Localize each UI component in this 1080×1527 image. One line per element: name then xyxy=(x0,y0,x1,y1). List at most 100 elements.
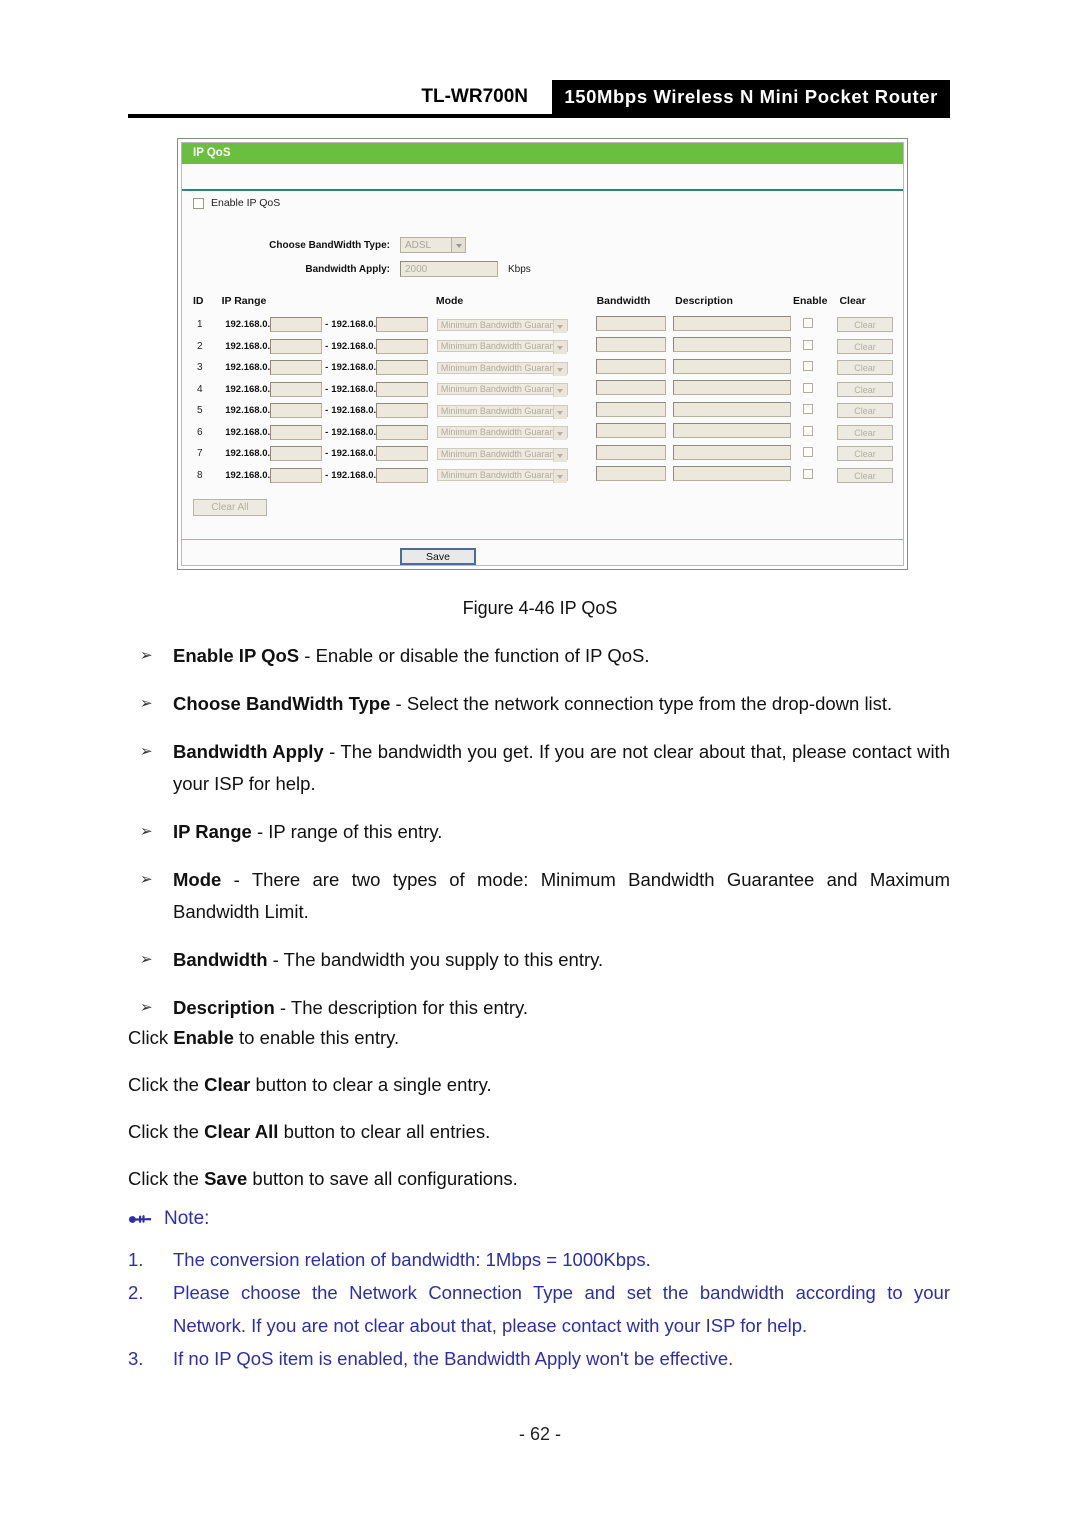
enable-checkbox[interactable] xyxy=(803,361,814,372)
mode-select[interactable]: Minimum Bandwidth Guarantee xyxy=(436,361,568,376)
clear-button[interactable]: Clear xyxy=(837,381,893,397)
panel-footer-divider xyxy=(182,539,903,540)
bullet-item: ➢ Bandwidth - The bandwidth you supply to… xyxy=(128,944,950,976)
mode-select[interactable]: Minimum Bandwidth Guarantee xyxy=(436,318,568,333)
mode-select[interactable]: Minimum Bandwidth Guarantee xyxy=(436,469,568,484)
ip-prefix-start: 192.168.0. xyxy=(225,383,271,395)
description-input[interactable] xyxy=(673,358,792,374)
bandwidth-input[interactable] xyxy=(595,380,666,396)
bandwidth-input[interactable] xyxy=(595,466,666,482)
row-bandwidth xyxy=(595,315,674,334)
bullet-arrow-icon: ➢ xyxy=(140,951,153,968)
clear-button[interactable]: Clear xyxy=(837,403,893,419)
enable-checkbox[interactable] xyxy=(803,339,814,350)
bandwidth-type-select[interactable]: ADSL xyxy=(400,237,466,253)
ip-prefix-end: 192.168.0. xyxy=(331,362,377,374)
chevron-down-icon[interactable] xyxy=(552,405,567,419)
clear-button[interactable]: Clear xyxy=(837,338,893,354)
clear-button[interactable]: Clear xyxy=(837,467,893,483)
enable-ip-qos-checkbox[interactable] xyxy=(193,197,204,209)
chevron-down-icon[interactable] xyxy=(552,362,567,376)
bandwidth-apply-input[interactable]: 2000 xyxy=(400,261,498,277)
row-id: 8 xyxy=(197,469,203,481)
bullet-term: Description xyxy=(173,997,275,1018)
clear-button[interactable]: Clear xyxy=(837,446,893,462)
clear-button[interactable]: Clear xyxy=(837,424,893,440)
enable-checkbox[interactable] xyxy=(803,425,814,436)
enable-checkbox[interactable] xyxy=(803,318,814,329)
bandwidth-input[interactable] xyxy=(595,337,666,353)
ip-end-input[interactable] xyxy=(376,403,429,419)
ip-start-input[interactable] xyxy=(270,381,323,397)
row-description xyxy=(673,423,792,441)
ip-end-input[interactable] xyxy=(376,360,429,376)
description-input[interactable] xyxy=(673,380,792,396)
description-input[interactable] xyxy=(673,466,792,482)
save-button[interactable]: Save xyxy=(400,548,476,565)
chevron-down-icon[interactable] xyxy=(552,319,567,333)
ip-start-input[interactable] xyxy=(270,467,323,483)
mode-select[interactable]: Minimum Bandwidth Guarantee xyxy=(436,447,568,462)
ip-start-input[interactable] xyxy=(270,338,323,354)
bandwidth-input[interactable] xyxy=(595,444,666,460)
range-separator: - xyxy=(325,405,329,417)
mode-value: Minimum Bandwidth Guarantee xyxy=(440,427,567,438)
ip-end-input[interactable] xyxy=(376,381,429,397)
bullet-text: Select the network connection type from … xyxy=(406,693,893,714)
chevron-down-icon[interactable] xyxy=(552,448,567,462)
enable-checkbox[interactable] xyxy=(803,382,814,393)
ip-end-input[interactable] xyxy=(376,424,429,440)
description-input[interactable] xyxy=(673,337,792,353)
mode-select[interactable]: Minimum Bandwidth Guarantee xyxy=(436,383,568,398)
page-number: - 62 - xyxy=(518,1424,561,1444)
mode-select[interactable]: Minimum Bandwidth Guarantee xyxy=(436,404,568,419)
enable-checkbox[interactable] xyxy=(803,447,814,458)
ip-end-input[interactable] xyxy=(376,467,429,483)
row-description xyxy=(673,466,792,484)
bandwidth-input[interactable] xyxy=(595,401,666,417)
enable-ip-qos-row[interactable]: Enable IP QoS xyxy=(193,197,280,209)
row-enable xyxy=(791,447,837,460)
bandwidth-input[interactable] xyxy=(595,315,666,331)
description-input[interactable] xyxy=(673,401,792,417)
ip-start-input[interactable] xyxy=(270,403,323,419)
chevron-down-icon[interactable] xyxy=(451,237,466,253)
ip-start-input[interactable] xyxy=(270,317,323,333)
ip-end-input[interactable] xyxy=(376,446,429,462)
description-input[interactable] xyxy=(673,315,792,331)
enable-checkbox[interactable] xyxy=(803,404,814,415)
ip-start-input[interactable] xyxy=(270,424,323,440)
ip-start-input[interactable] xyxy=(270,446,323,462)
bandwidth-input[interactable] xyxy=(595,423,666,439)
row-ip-range: 192.168.0. -192.168.0. xyxy=(225,360,437,376)
bandwidth-input[interactable] xyxy=(595,358,666,374)
enable-checkbox[interactable] xyxy=(803,468,814,479)
row-enable xyxy=(791,425,837,439)
ip-end-input[interactable] xyxy=(376,317,429,333)
row-ip-range: 192.168.0. -192.168.0. xyxy=(225,381,437,397)
chevron-down-icon[interactable] xyxy=(552,470,567,484)
mode-value: Minimum Bandwidth Guarantee xyxy=(440,384,567,395)
chevron-down-icon[interactable] xyxy=(552,427,567,441)
description-input[interactable] xyxy=(673,444,792,460)
clear-button[interactable]: Clear xyxy=(837,360,893,376)
description-input[interactable] xyxy=(673,423,792,439)
table-row: 6 192.168.0. -192.168.0. Minimum Bandwidth … xyxy=(193,422,893,444)
row-bandwidth xyxy=(595,358,674,377)
chevron-down-icon[interactable] xyxy=(552,384,567,398)
table-row: 8 192.168.0. -192.168.0. Minimum Bandwidth … xyxy=(193,465,893,487)
chevron-down-icon[interactable] xyxy=(552,341,567,355)
row-mode: Minimum Bandwidth Guarantee xyxy=(436,425,596,441)
clear-all-button[interactable]: Clear All xyxy=(193,499,267,516)
ip-start-input[interactable] xyxy=(270,360,323,376)
range-separator: - xyxy=(325,319,329,331)
column-header-clear: Clear xyxy=(839,295,866,307)
mode-select[interactable]: Minimum Bandwidth Guarantee xyxy=(436,426,568,441)
ip-end-input[interactable] xyxy=(376,338,429,354)
mode-select[interactable]: Minimum Bandwidth Guarantee xyxy=(436,340,568,355)
mode-value: Minimum Bandwidth Guarantee xyxy=(440,405,567,416)
click-term: Clear xyxy=(204,1074,251,1095)
mode-value: Minimum Bandwidth Guarantee xyxy=(440,448,567,459)
note-item: 1. The conversion relation of bandwidth: … xyxy=(128,1243,950,1276)
clear-button[interactable]: Clear xyxy=(837,317,893,333)
